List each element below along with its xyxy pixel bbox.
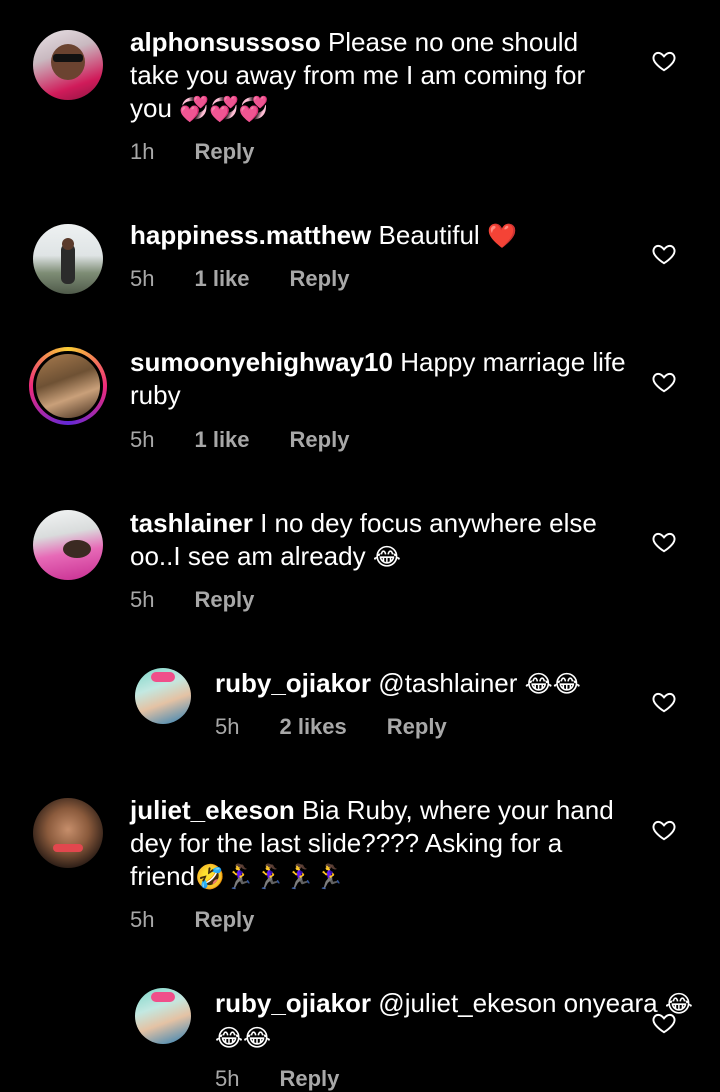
comment-username[interactable]: happiness.matthew bbox=[130, 220, 371, 250]
comment-emoji: 💞💞💞 bbox=[179, 96, 269, 123]
avatar[interactable] bbox=[33, 510, 103, 580]
comment-meta: 5h 1 like Reply bbox=[130, 266, 349, 292]
comment-text: happiness.matthew Beautiful ❤️ bbox=[130, 219, 630, 253]
comment-emoji: 😂 bbox=[372, 544, 401, 571]
like-heart-icon[interactable] bbox=[651, 1010, 677, 1036]
comment-username[interactable]: ruby_ojiakor bbox=[215, 988, 371, 1018]
avatar[interactable] bbox=[33, 30, 103, 100]
comment-time: 5h bbox=[215, 1066, 240, 1091]
avatar[interactable] bbox=[33, 224, 103, 294]
comment-meta: 5h Reply bbox=[130, 907, 254, 933]
comment-meta: 5h Reply bbox=[215, 1066, 339, 1092]
comment-likes[interactable]: 1 like bbox=[194, 266, 249, 292]
like-heart-icon[interactable] bbox=[651, 48, 677, 74]
comment-text: juliet_ekeson Bia Ruby, where your hand … bbox=[130, 794, 630, 894]
comment-username[interactable]: sumoonyehighway10 bbox=[130, 347, 393, 377]
comment-message: Beautiful bbox=[378, 220, 480, 250]
reply-button[interactable]: Reply bbox=[194, 907, 254, 933]
comment-username[interactable]: alphonsussoso bbox=[130, 27, 321, 57]
like-heart-icon[interactable] bbox=[651, 529, 677, 555]
comment-text: alphonsussoso Please no one should take … bbox=[130, 26, 630, 126]
like-heart-icon[interactable] bbox=[651, 241, 677, 267]
comment-time: 5h bbox=[130, 427, 155, 452]
comment-time: 5h bbox=[130, 266, 155, 291]
reply-button[interactable]: Reply bbox=[279, 1066, 339, 1092]
comment-meta: 5h Reply bbox=[130, 587, 254, 613]
like-heart-icon[interactable] bbox=[651, 689, 677, 715]
avatar[interactable] bbox=[33, 798, 103, 868]
comment-username[interactable]: tashlainer bbox=[130, 508, 253, 538]
comment-text: tashlainer I no dey focus anywhere else … bbox=[130, 507, 630, 574]
comment-likes[interactable]: 2 likes bbox=[279, 714, 346, 740]
comment-time: 5h bbox=[215, 714, 240, 739]
avatar-story-ring[interactable] bbox=[29, 347, 107, 425]
comment-text: sumoonyehighway10 Happy marriage life ru… bbox=[130, 346, 630, 412]
comment-time: 5h bbox=[130, 907, 155, 932]
reply-button[interactable]: Reply bbox=[194, 587, 254, 613]
comment-text: ruby_ojiakor @juliet_ekeson onyeara 😂😂😂 bbox=[215, 987, 715, 1055]
avatar[interactable] bbox=[135, 988, 191, 1044]
comment-message: @juliet_ekeson onyeara bbox=[378, 988, 658, 1018]
comment-meta: 5h 1 like Reply bbox=[130, 427, 349, 453]
comment-time: 1h bbox=[130, 139, 155, 164]
avatar[interactable] bbox=[135, 668, 191, 724]
like-heart-icon[interactable] bbox=[651, 817, 677, 843]
comment-meta: 5h 2 likes Reply bbox=[215, 714, 447, 740]
reply-button[interactable]: Reply bbox=[194, 139, 254, 165]
comment-username[interactable]: ruby_ojiakor bbox=[215, 668, 371, 698]
reply-button[interactable]: Reply bbox=[387, 714, 447, 740]
like-heart-icon[interactable] bbox=[651, 369, 677, 395]
comment-message: @tashlainer bbox=[378, 668, 518, 698]
comment-emoji: ❤️ bbox=[486, 223, 517, 250]
comment-meta: 1h Reply bbox=[130, 139, 254, 165]
comment-emoji: 😂😂 bbox=[524, 671, 581, 698]
comment-likes[interactable]: 1 like bbox=[194, 427, 249, 453]
reply-button[interactable]: Reply bbox=[290, 266, 350, 292]
comment-time: 5h bbox=[130, 587, 155, 612]
avatar bbox=[33, 351, 103, 421]
comment-emoji: 🤣🏃‍♀️🏃‍♀️🏃‍♀️🏃‍♀️ bbox=[195, 864, 345, 891]
comment-username[interactable]: juliet_ekeson bbox=[130, 795, 295, 825]
reply-button[interactable]: Reply bbox=[290, 427, 350, 453]
comment-text: ruby_ojiakor @tashlainer 😂😂 bbox=[215, 667, 715, 701]
